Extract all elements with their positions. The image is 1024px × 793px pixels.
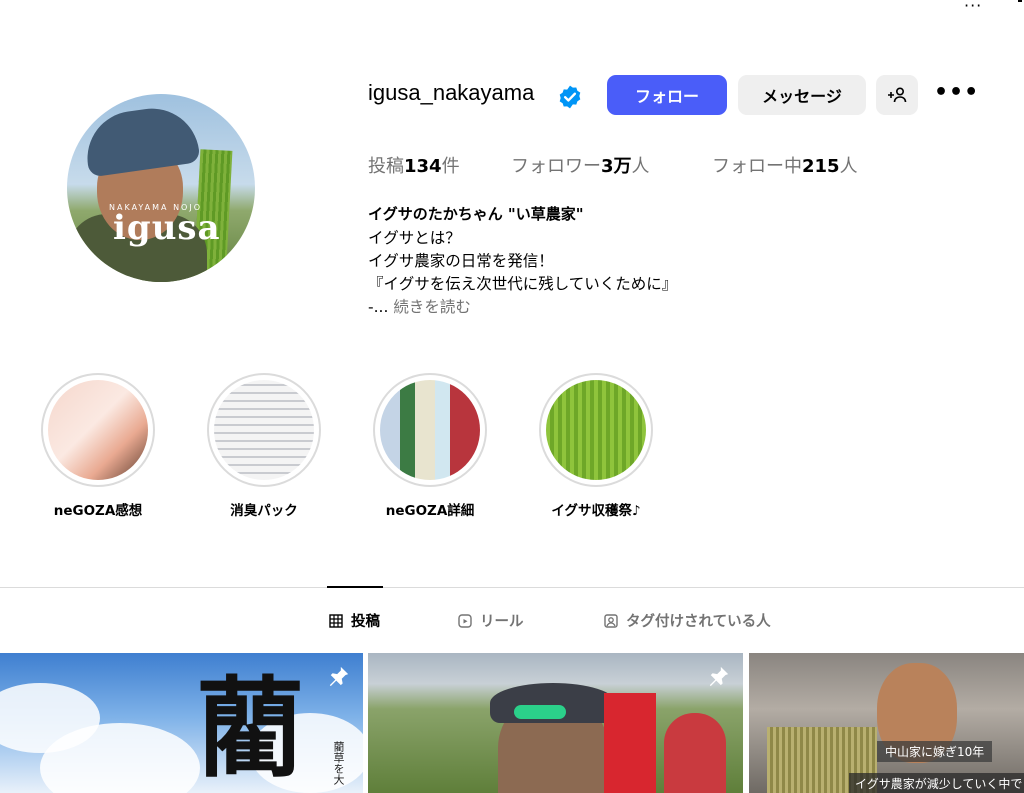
tab-tagged[interactable]: タグ付けされている人 <box>604 610 771 631</box>
post-thumbnail[interactable]: 藺 藺草を大 <box>0 653 363 793</box>
read-more-link[interactable]: 続きを読む <box>393 298 471 316</box>
tagged-icon <box>604 613 618 628</box>
bio-display-name: イグサのたかちゃん "い草農家" <box>368 205 584 223</box>
highlight-cover <box>380 380 480 480</box>
verified-badge-icon <box>559 85 581 109</box>
highlight-harvest-festival[interactable]: イグサ収穫祭♪ <box>539 373 653 519</box>
highlight-negoza-details[interactable]: neGOZA詳細 <box>373 373 487 519</box>
post-vertical-text: 藺草を大 <box>332 741 345 785</box>
window-more-icon[interactable]: ··· <box>964 0 982 15</box>
highlight-deodorant-pack[interactable]: 消臭パック <box>207 373 321 519</box>
highlight-ring <box>207 373 321 487</box>
posts-count: 投稿134件 <box>368 156 460 177</box>
window-edge-mark <box>1018 0 1022 2</box>
profile-username[interactable]: igusa_nakayama <box>368 80 534 106</box>
avatar-logo: igusa <box>113 208 221 248</box>
highlight-cover <box>214 380 314 480</box>
reels-icon <box>458 613 472 628</box>
post-person <box>664 713 726 793</box>
highlight-cover <box>48 380 148 480</box>
tab-label: 投稿 <box>351 614 380 630</box>
bio-line: イグサ農家の日常を発信！ <box>368 252 554 270</box>
following-count[interactable]: フォロー中215人 <box>712 152 858 178</box>
highlight-label: 消臭パック <box>230 503 298 519</box>
post-thumbnail[interactable]: 中山家に嫁ぎ10年 イグサ農家が減少していく中で <box>749 653 1024 793</box>
post-kanji-title: 藺 <box>196 666 305 792</box>
post-machine <box>604 693 656 793</box>
add-user-icon <box>888 87 907 103</box>
highlight-label: neGOZA感想 <box>53 503 143 519</box>
bio-truncated-line: -... 続きを読む <box>368 298 471 316</box>
highlight-label: neGOZA詳細 <box>385 503 475 519</box>
follow-button[interactable]: フォロー <box>607 75 727 115</box>
message-button[interactable]: メッセージ <box>738 75 866 115</box>
pin-icon <box>709 666 729 687</box>
profile-options-icon[interactable]: ••• <box>934 80 979 105</box>
suggest-user-button[interactable] <box>876 75 918 115</box>
highlight-ring <box>373 373 487 487</box>
highlight-negoza-review[interactable]: neGOZA感想 <box>41 373 155 519</box>
post-caption: 中山家に嫁ぎ10年 <box>877 741 993 762</box>
tab-label: タグ付けされている人 <box>626 614 771 630</box>
section-divider <box>0 587 1024 588</box>
grid-icon <box>329 613 343 628</box>
highlight-ring <box>539 373 653 487</box>
post-thumbnail[interactable] <box>368 653 743 793</box>
post-caption: イグサ農家が減少していく中で <box>849 773 1024 793</box>
tab-label: リール <box>480 614 524 630</box>
post-goggles <box>514 705 566 719</box>
highlight-ring <box>41 373 155 487</box>
avatar-hat <box>81 102 201 178</box>
highlight-label: イグサ収穫祭♪ <box>551 503 641 519</box>
followers-count[interactable]: フォロワー3万人 <box>511 152 650 178</box>
bio-line: イグサとは？ <box>368 229 461 247</box>
pin-icon <box>329 666 349 687</box>
highlight-cover <box>546 380 646 480</box>
profile-avatar[interactable]: NAKAYAMA NOJO igusa <box>67 94 255 282</box>
active-tab-indicator <box>327 586 383 588</box>
tab-reels[interactable]: リール <box>458 610 524 631</box>
tab-posts[interactable]: 投稿 <box>329 610 380 631</box>
bio-line: 『イグサを伝え次世代に残していくために』 <box>368 275 678 293</box>
